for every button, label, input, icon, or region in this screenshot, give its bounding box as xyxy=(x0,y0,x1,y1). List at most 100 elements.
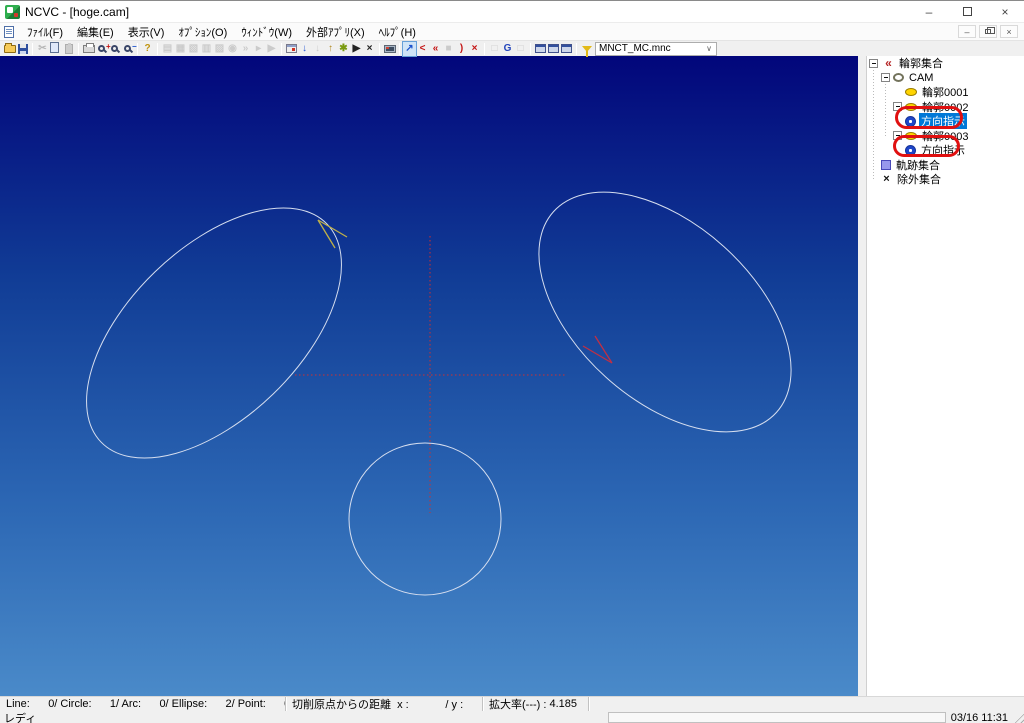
window-arrange-icon xyxy=(561,44,572,53)
sim-button-4[interactable]: ▥ xyxy=(200,42,213,56)
menu-item-5[interactable]: ｳｨﾝﾄﾞｳ(W) xyxy=(234,22,299,42)
tree-item-軌跡集合-7[interactable]: 軌跡集合 xyxy=(867,158,1024,173)
gcode-button[interactable]: G xyxy=(501,42,514,56)
mdi-close-button[interactable]: × xyxy=(1000,25,1018,38)
tree-item-輪郭0001-2[interactable]: 輪郭0001 xyxy=(867,85,1024,100)
nc-generate-button[interactable]: ✱ xyxy=(337,42,350,56)
direction-icon xyxy=(905,144,916,156)
menu-item-1[interactable]: ﾌｧｲﾙ(F) xyxy=(20,22,70,42)
toolbar-separator xyxy=(399,42,400,55)
menu-item-4[interactable]: ｵﾌﾟｼｮﾝ(O) xyxy=(171,22,234,42)
toolbar-separator xyxy=(78,42,79,55)
extra-icon-2: □ xyxy=(517,42,524,54)
nc-input-button[interactable]: ↓ xyxy=(311,42,324,56)
paste-button[interactable] xyxy=(62,42,75,56)
tree-item-輪郭0003-5[interactable]: 輪郭0003 xyxy=(867,129,1024,144)
help-button[interactable]: ? xyxy=(141,42,154,56)
step-forward-button[interactable]: » xyxy=(239,42,252,56)
sim-button-3[interactable]: ▧ xyxy=(187,42,200,56)
panel-splitter[interactable] xyxy=(858,56,866,696)
open-file-button[interactable] xyxy=(3,42,16,56)
tree-item-CAM-1[interactable]: CAM xyxy=(867,71,1024,86)
sim-button-5[interactable]: ▨ xyxy=(213,42,226,56)
toolbar-separator xyxy=(281,42,282,55)
open-file-icon xyxy=(3,42,16,53)
abort-button[interactable]: × xyxy=(363,42,376,56)
datetime: 03/16 11:31 xyxy=(950,711,1008,723)
monitor-button[interactable] xyxy=(383,42,396,56)
menu-item-7[interactable]: ﾍﾙﾌﾟ(H) xyxy=(372,22,423,42)
menu-bar: ﾌｧｲﾙ(F) 編集(E) 表示(V) ｵﾌﾟｼｮﾝ(O) ｳｨﾝﾄﾞｳ(W) 外部ｱﾌﾟ… xyxy=(0,23,1024,41)
direction-back-all-button[interactable]: « xyxy=(429,42,442,56)
mdi-minimize-button[interactable]: – xyxy=(958,25,976,38)
menu-item-3[interactable]: 表示(V) xyxy=(121,22,172,42)
tree-item-除外集合-8[interactable]: × 除外集合 xyxy=(867,172,1024,187)
nc-output-button[interactable]: ↓ xyxy=(298,42,311,56)
tree-expander-icon[interactable] xyxy=(869,58,878,68)
save-file-button[interactable] xyxy=(16,42,29,56)
cad-viewport[interactable] xyxy=(0,56,858,696)
resize-grip[interactable] xyxy=(1011,711,1024,723)
properties-button[interactable] xyxy=(285,42,298,56)
maximize-icon xyxy=(962,7,972,16)
direction-delete-button[interactable]: × xyxy=(468,42,481,56)
copy-button[interactable] xyxy=(49,42,62,56)
tree-item-輪郭集合-0[interactable]: « 輪郭集合 xyxy=(867,56,1024,71)
window-tile-button[interactable] xyxy=(547,42,560,56)
extra-button-1[interactable]: □ xyxy=(488,42,501,56)
window-cascade-icon xyxy=(535,44,546,53)
tree-connector-line xyxy=(885,84,886,136)
tree-item-方向指示-6[interactable]: 方向指示 xyxy=(867,143,1024,158)
machine-file-combo[interactable]: MNCT_MC.mnc ∨ xyxy=(595,41,717,56)
app-icon xyxy=(5,4,20,19)
properties-icon xyxy=(286,44,297,53)
tree-expander-icon[interactable] xyxy=(881,73,890,83)
sim-button-1[interactable]: ▤ xyxy=(161,42,174,56)
print-icon xyxy=(82,42,95,53)
window-arrange-button[interactable] xyxy=(560,42,573,56)
pan-hand-button[interactable]: ◉ xyxy=(226,42,239,56)
excludeset-icon: × xyxy=(883,173,890,186)
filter-funnel-button[interactable] xyxy=(580,42,593,57)
toolbar-separator xyxy=(484,42,485,55)
tree-item-方向指示-4[interactable]: 方向指示 xyxy=(867,113,1024,130)
direction-arc-button[interactable]: ) xyxy=(455,42,468,56)
direction-back-button[interactable]: < xyxy=(416,42,429,56)
toolbar-separator xyxy=(137,42,138,55)
tree-item-label[interactable]: 輪郭集合 xyxy=(897,56,945,71)
object-tree-panel: «輪郭集合 CAM 輪郭0001 輪郭0002 方向指示 輪郭0003 方向指示 軌跡集合 × 除… xyxy=(866,56,1024,696)
drawing-canvas[interactable] xyxy=(0,56,858,696)
minimize-button[interactable]: – xyxy=(910,1,948,22)
run-button[interactable]: ▶ xyxy=(350,42,363,56)
fast-forward-button[interactable]: ▸ xyxy=(252,42,265,56)
menu-item-6[interactable]: 外部ｱﾌﾟﾘ(X) xyxy=(299,22,372,42)
toolbar-separator xyxy=(157,42,158,55)
tree-item-label[interactable]: CAM xyxy=(907,72,935,84)
tree-expander-icon[interactable] xyxy=(893,102,902,112)
direction-stop-button[interactable]: ■ xyxy=(442,42,455,56)
gcode-icon: G xyxy=(503,42,512,54)
document-icon[interactable] xyxy=(4,25,14,38)
tree-item-label[interactable]: 除外集合 xyxy=(895,171,943,187)
zoom-window-button[interactable] xyxy=(108,42,121,56)
tree-item-輪郭0002-3[interactable]: 輪郭0002 xyxy=(867,100,1024,115)
print-button[interactable] xyxy=(82,42,95,56)
sim-button-2[interactable]: ▦ xyxy=(174,42,187,56)
zoom-in-button[interactable] xyxy=(95,42,111,56)
nc-upload-icon: ↑ xyxy=(328,42,333,54)
cut-button[interactable]: ✂ xyxy=(36,42,49,56)
zoom-out-button[interactable] xyxy=(121,42,137,56)
direction-stop-icon: ■ xyxy=(445,42,452,54)
trace-mode-button[interactable]: ↗ xyxy=(402,40,417,57)
play-button[interactable]: ▶ xyxy=(265,42,278,56)
menu-item-2[interactable]: 編集(E) xyxy=(70,22,121,42)
nc-upload-button[interactable]: ↑ xyxy=(324,42,337,56)
maximize-button[interactable] xyxy=(948,1,986,22)
window-cascade-button[interactable] xyxy=(534,42,547,56)
extra-button-2[interactable]: □ xyxy=(514,42,527,56)
tree-expander-icon[interactable] xyxy=(893,131,902,141)
close-button[interactable]: × xyxy=(986,1,1024,22)
toolbar-separator xyxy=(32,42,33,55)
mdi-restore-button[interactable] xyxy=(979,25,997,38)
window-tile-icon xyxy=(548,44,559,53)
